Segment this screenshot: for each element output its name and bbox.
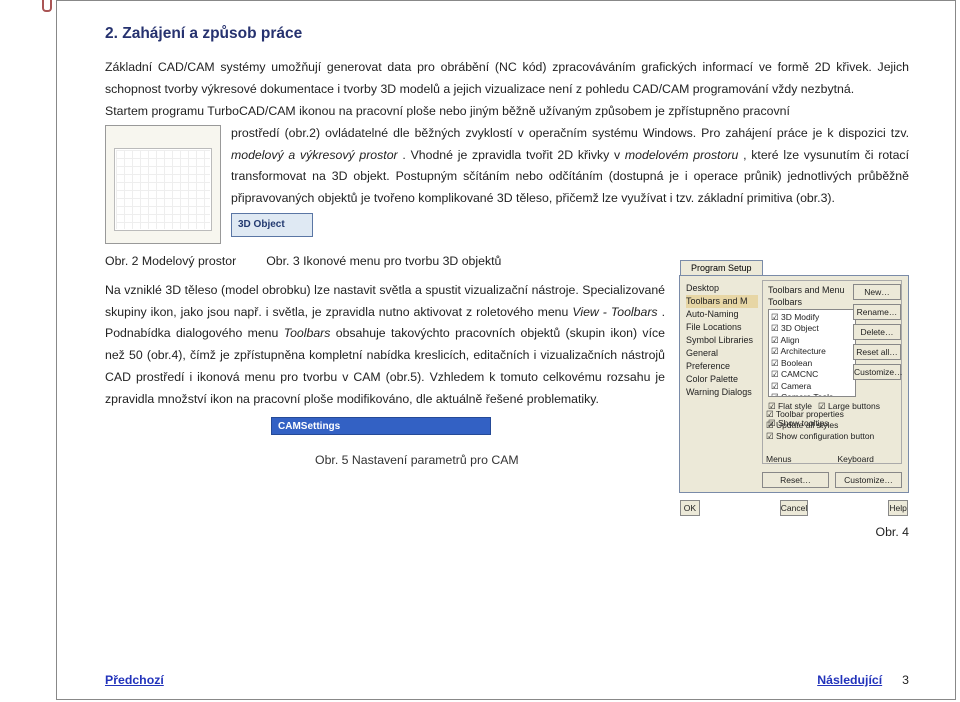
intro-paragraph: Základní CAD/CAM systémy umožňují genero… (105, 57, 909, 101)
floated-block: prostředí (obr.2) ovládatelné dle běžnýc… (105, 123, 909, 246)
intro-paragraph-2-text: Startem programu TurboCAD/CAM ikonou na … (105, 104, 790, 118)
dialog-tab[interactable]: Program Setup (680, 260, 763, 275)
figure-3d-object-icon: 3D Object (231, 213, 313, 237)
page-footer: Předchozí Následující 3 (105, 673, 909, 687)
help-button[interactable]: Help (888, 500, 908, 516)
list-item[interactable]: 3D Object (771, 323, 853, 334)
list-item[interactable]: Desktop (686, 282, 758, 295)
intro-paragraph-text-a: Základní CAD/CAM systémy umožňují genero… (105, 60, 909, 96)
list-item[interactable]: Symbol Libraries (686, 334, 758, 347)
reset-button[interactable]: Reset… (762, 472, 829, 488)
section-heading: 2. Zahájení a způsob práce (105, 25, 909, 43)
reset-all-button[interactable]: Reset all… (853, 344, 901, 360)
toolbar-props-label: Toolbar properties (766, 409, 874, 420)
body-para-2b: . Vhodné je zpravidla tvořit 2D křivky v (402, 148, 625, 162)
figure-2-thumbnail (105, 125, 221, 244)
cam-settings-titlebar: CAMSettings (271, 417, 491, 435)
list-item[interactable]: Color Palette (686, 373, 758, 386)
customize-button-2[interactable]: Customize… (835, 472, 902, 488)
body-para-2-i1: modelový a výkresový prostor (231, 148, 398, 162)
menus-row: Menus Keyboard (766, 454, 874, 464)
list-item[interactable]: Warning Dialogs (686, 386, 758, 399)
delete-button[interactable]: Delete… (853, 324, 901, 340)
next-link[interactable]: Následující (817, 673, 882, 687)
list-item[interactable]: Auto-Naming (686, 308, 758, 321)
dialog-side-buttons: New… Rename… Delete… Reset all… Customiz… (853, 284, 901, 380)
list-item[interactable]: File Locations (686, 321, 758, 334)
checkbox-show-config[interactable]: Show configuration button (766, 431, 874, 442)
list-item[interactable]: Toolbars and M (686, 295, 758, 308)
figure-4-dialog: Program Setup Desktop Toolbars and M Aut… (679, 275, 909, 493)
body-para-2-i2: modelovém prostoru (625, 148, 738, 162)
list-item[interactable]: Align (771, 335, 853, 346)
keyboard-label: Keyboard (838, 454, 874, 464)
ok-button[interactable]: OK (680, 500, 700, 516)
menus-label: Menus (766, 454, 792, 464)
list-item[interactable]: 3D Modify (771, 312, 853, 323)
body-para-3: Na vzniklé 3D těleso (model obrobku) lze… (105, 280, 665, 411)
customize-button[interactable]: Customize… (853, 364, 901, 380)
list-item[interactable]: Camera (771, 381, 853, 392)
list-item[interactable]: General (686, 347, 758, 360)
body-para-3-i2: Toolbars (284, 326, 331, 340)
cancel-button[interactable]: Cancel (780, 500, 808, 516)
rename-button[interactable]: Rename… (853, 304, 901, 320)
checkbox-update-styles[interactable]: Update all styles (766, 420, 874, 431)
list-item[interactable]: Camera Tools (771, 392, 853, 397)
captions-row: Obr. 2 Modelový prostor Obr. 3 Ikonové m… (105, 254, 909, 268)
prev-link[interactable]: Předchozí (105, 673, 164, 687)
body-para-3-i1: View - Toolbars (572, 305, 657, 319)
page-container: 2. Zahájení a způsob práce Základní CAD/… (56, 0, 956, 700)
caption-fig3: Obr. 3 Ikonové menu pro tvorbu 3D objekt… (266, 254, 501, 268)
toolbars-listbox[interactable]: 3D Modify 3D Object Align Architecture B… (768, 309, 856, 397)
page-number: 3 (902, 673, 909, 687)
caption-fig4: Obr. 4 (876, 525, 910, 539)
list-item[interactable]: Preference (686, 360, 758, 373)
toolbar-properties: Toolbar properties Update all styles Sho… (766, 409, 874, 442)
dialog-category-list[interactable]: Desktop Toolbars and M Auto-Naming File … (686, 282, 758, 399)
bottom-buttons: Reset… Customize… (762, 472, 902, 488)
caption-fig2: Obr. 2 Modelový prostor (105, 254, 236, 268)
intro-paragraph-2: Startem programu TurboCAD/CAM ikonou na … (105, 101, 909, 123)
body-para-2a: prostředí (obr.2) ovládatelné dle běžnýc… (231, 126, 909, 140)
figure-2-grid (116, 150, 210, 229)
ok-cancel-row: OK Cancel Help (680, 500, 908, 516)
list-item[interactable]: CAMCNC (771, 369, 853, 380)
list-item[interactable]: Boolean (771, 358, 853, 369)
new-button[interactable]: New… (853, 284, 901, 300)
list-item[interactable]: Architecture (771, 346, 853, 357)
body-para-2: prostředí (obr.2) ovládatelné dle běžnýc… (105, 123, 909, 211)
